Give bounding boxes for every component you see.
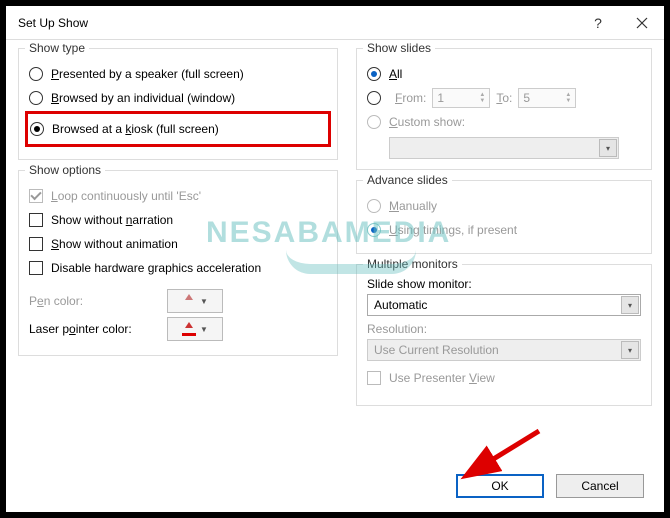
radio-manually	[367, 199, 381, 213]
pen-color-button[interactable]: ▼	[167, 289, 223, 313]
check-hw-row[interactable]: Disable hardware graphics acceleration	[29, 257, 327, 279]
laser-color-button[interactable]: ▼	[167, 317, 223, 341]
help-button[interactable]: ?	[576, 6, 620, 40]
radio-manually-row: Manually	[367, 195, 641, 217]
laser-color-icon	[182, 322, 196, 336]
radio-browsed-individual-row[interactable]: Browsed by an individual (window)	[29, 87, 327, 109]
highlight-kiosk: Browsed at a kiosk (full screen)	[25, 111, 331, 147]
radio-from-label: From:	[395, 91, 426, 105]
group-title-show-type: Show type	[25, 41, 89, 55]
check-no-narration[interactable]	[29, 213, 43, 227]
pen-color-label: Pen color:	[29, 294, 159, 308]
cancel-button[interactable]: Cancel	[556, 474, 644, 498]
group-advance-slides: Advance slides Manually Using timings, i…	[356, 180, 652, 254]
pen-color-icon	[182, 294, 196, 308]
to-value: 5	[523, 91, 530, 105]
close-button[interactable]	[620, 6, 664, 40]
check-disable-hw-label: Disable hardware graphics acceleration	[51, 261, 261, 275]
group-show-slides: Show slides All From: 1 ▲▼ To: 5 ▲▼	[356, 48, 652, 170]
radio-custom-show	[367, 115, 381, 129]
close-icon	[636, 17, 648, 29]
radio-browsed-individual[interactable]	[29, 91, 43, 105]
group-show-options: Show options Loop continuously until 'Es…	[18, 170, 338, 356]
radio-manually-label: Manually	[389, 199, 437, 213]
ok-button[interactable]: OK	[456, 474, 544, 498]
radio-all[interactable]	[367, 67, 381, 81]
group-title-show-slides: Show slides	[363, 41, 435, 55]
monitor-label: Slide show monitor:	[367, 277, 641, 291]
group-title-advance: Advance slides	[363, 173, 452, 187]
group-title-monitors: Multiple monitors	[363, 257, 462, 271]
radio-presented-label: Presented by a speaker (full screen)	[51, 67, 244, 81]
chevron-down-icon: ▼	[200, 297, 208, 306]
custom-show-combo: ▾	[389, 137, 619, 159]
radio-timings	[367, 223, 381, 237]
radio-custom-label: Custom show:	[389, 115, 465, 129]
radio-browsed-kiosk-label: Browsed at a kiosk (full screen)	[52, 122, 219, 136]
check-presenter-view	[367, 371, 381, 385]
from-value: 1	[437, 91, 444, 105]
resolution-combo: Use Current Resolution ▾	[367, 339, 641, 361]
chevron-down-icon: ▾	[621, 341, 639, 359]
laser-color-label: Laser pointer color:	[29, 322, 159, 336]
chevron-down-icon: ▼	[200, 325, 208, 334]
chevron-down-icon: ▾	[621, 296, 639, 314]
check-loop	[29, 189, 43, 203]
check-narration-row[interactable]: Show without narration	[29, 209, 327, 231]
titlebar: Set Up Show ?	[6, 6, 664, 40]
radio-presented[interactable]	[29, 67, 43, 81]
group-title-show-options: Show options	[25, 163, 105, 177]
radio-all-row[interactable]: All	[367, 63, 641, 85]
radio-browsed-kiosk[interactable]	[30, 122, 44, 136]
resolution-value: Use Current Resolution	[374, 343, 499, 357]
check-presenter-label: Use Presenter View	[389, 371, 495, 385]
check-loop-row: Loop continuously until 'Esc'	[29, 185, 327, 207]
monitor-combo[interactable]: Automatic ▾	[367, 294, 641, 316]
radio-timings-label: Using timings, if present	[389, 223, 517, 237]
radio-custom-row: Custom show:	[367, 111, 641, 133]
group-multiple-monitors: Multiple monitors Slide show monitor: Au…	[356, 264, 652, 406]
radio-all-label: All	[389, 67, 402, 81]
radio-browsed-kiosk-row[interactable]: Browsed at a kiosk (full screen)	[30, 118, 326, 140]
to-label: To:	[496, 91, 512, 105]
dialog-title: Set Up Show	[18, 16, 576, 30]
check-no-animation[interactable]	[29, 237, 43, 251]
radio-browsed-individual-label: Browsed by an individual (window)	[51, 91, 235, 105]
check-no-animation-label: Show without animation	[51, 237, 178, 251]
monitor-value: Automatic	[374, 298, 427, 312]
radio-presented-row[interactable]: Presented by a speaker (full screen)	[29, 63, 327, 85]
radio-from[interactable]	[367, 91, 381, 105]
setup-show-dialog: Set Up Show ? Show type Presented by a s…	[0, 0, 670, 518]
cancel-button-label: Cancel	[581, 479, 618, 493]
radio-timings-row: Using timings, if present	[367, 219, 641, 241]
check-presenter-row: Use Presenter View	[367, 367, 641, 389]
check-disable-hw[interactable]	[29, 261, 43, 275]
check-loop-label: Loop continuously until 'Esc'	[51, 189, 201, 203]
to-spinner[interactable]: 5 ▲▼	[518, 88, 576, 108]
dialog-footer: OK Cancel	[456, 474, 644, 498]
ok-button-label: OK	[491, 479, 508, 493]
resolution-label: Resolution:	[367, 322, 641, 336]
check-animation-row[interactable]: Show without animation	[29, 233, 327, 255]
radio-from-row[interactable]: From: 1 ▲▼ To: 5 ▲▼	[367, 87, 641, 109]
group-show-type: Show type Presented by a speaker (full s…	[18, 48, 338, 160]
from-spinner[interactable]: 1 ▲▼	[432, 88, 490, 108]
check-no-narration-label: Show without narration	[51, 213, 173, 227]
